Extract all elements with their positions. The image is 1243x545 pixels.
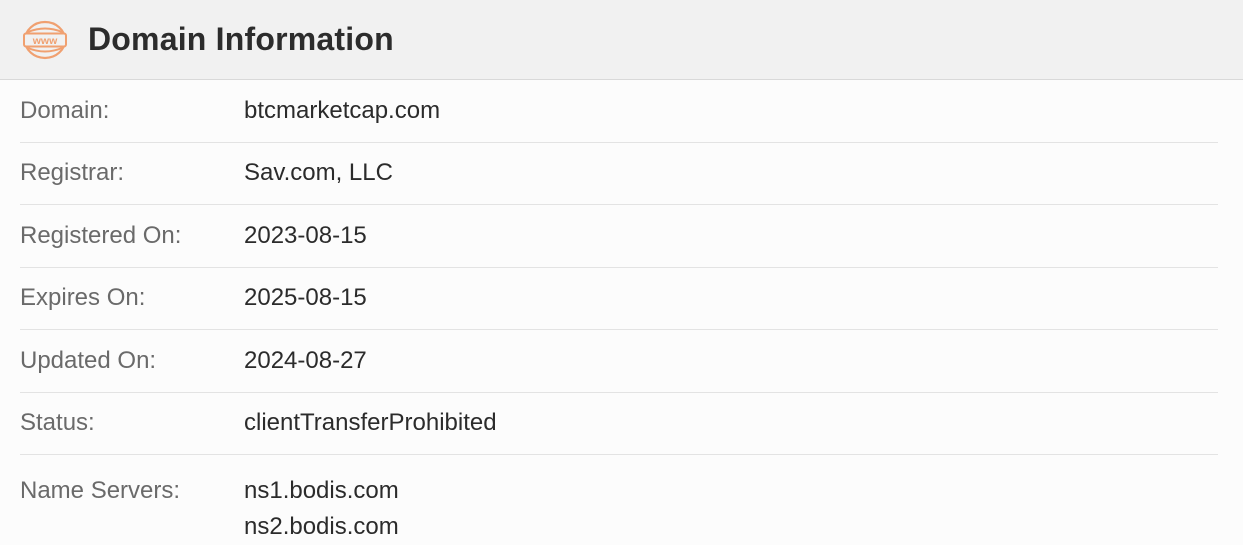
info-row-registered-on: Registered On: 2023-08-15 <box>20 205 1218 268</box>
www-icon-text: www <box>32 35 58 47</box>
info-row-updated-on: Updated On: 2024-08-27 <box>20 330 1218 393</box>
domain-info-table: Domain: btcmarketcap.com Registrar: Sav.… <box>0 80 1243 545</box>
info-value: Sav.com, LLC <box>244 159 393 187</box>
info-value: 2023-08-15 <box>244 221 367 249</box>
www-globe-icon: www <box>22 19 68 61</box>
info-value: 2024-08-27 <box>244 346 367 374</box>
info-row-name-servers: Name Servers: ns1.bodis.com ns2.bodis.co… <box>20 455 1218 545</box>
info-value: btcmarketcap.com <box>244 96 441 124</box>
info-value: 2025-08-15 <box>244 284 367 312</box>
info-label: Name Servers: <box>20 477 181 504</box>
info-label: Registrar: <box>20 159 125 187</box>
info-row-status: Status: clientTransferProhibited <box>20 393 1218 455</box>
name-server-list: ns1.bodis.com ns2.bodis.com <box>244 473 399 545</box>
domain-information-panel: www Domain Information Domain: btcmarket… <box>0 0 1243 545</box>
info-row-registrar: Registrar: Sav.com, LLC <box>20 143 1218 205</box>
info-label: Domain: <box>20 96 110 124</box>
info-value: clientTransferProhibited <box>244 409 497 437</box>
page-title: Domain Information <box>88 21 394 57</box>
name-server-item: ns2.bodis.com <box>244 513 399 540</box>
info-label: Status: <box>20 409 95 437</box>
info-row-domain: Domain: btcmarketcap.com <box>20 80 1218 143</box>
panel-header: www Domain Information <box>0 0 1243 80</box>
info-label: Expires On: <box>20 284 146 312</box>
info-label: Registered On: <box>20 221 182 249</box>
name-server-item: ns1.bodis.com <box>244 477 399 504</box>
info-label: Updated On: <box>20 346 157 374</box>
info-row-expires-on: Expires On: 2025-08-15 <box>20 268 1218 330</box>
